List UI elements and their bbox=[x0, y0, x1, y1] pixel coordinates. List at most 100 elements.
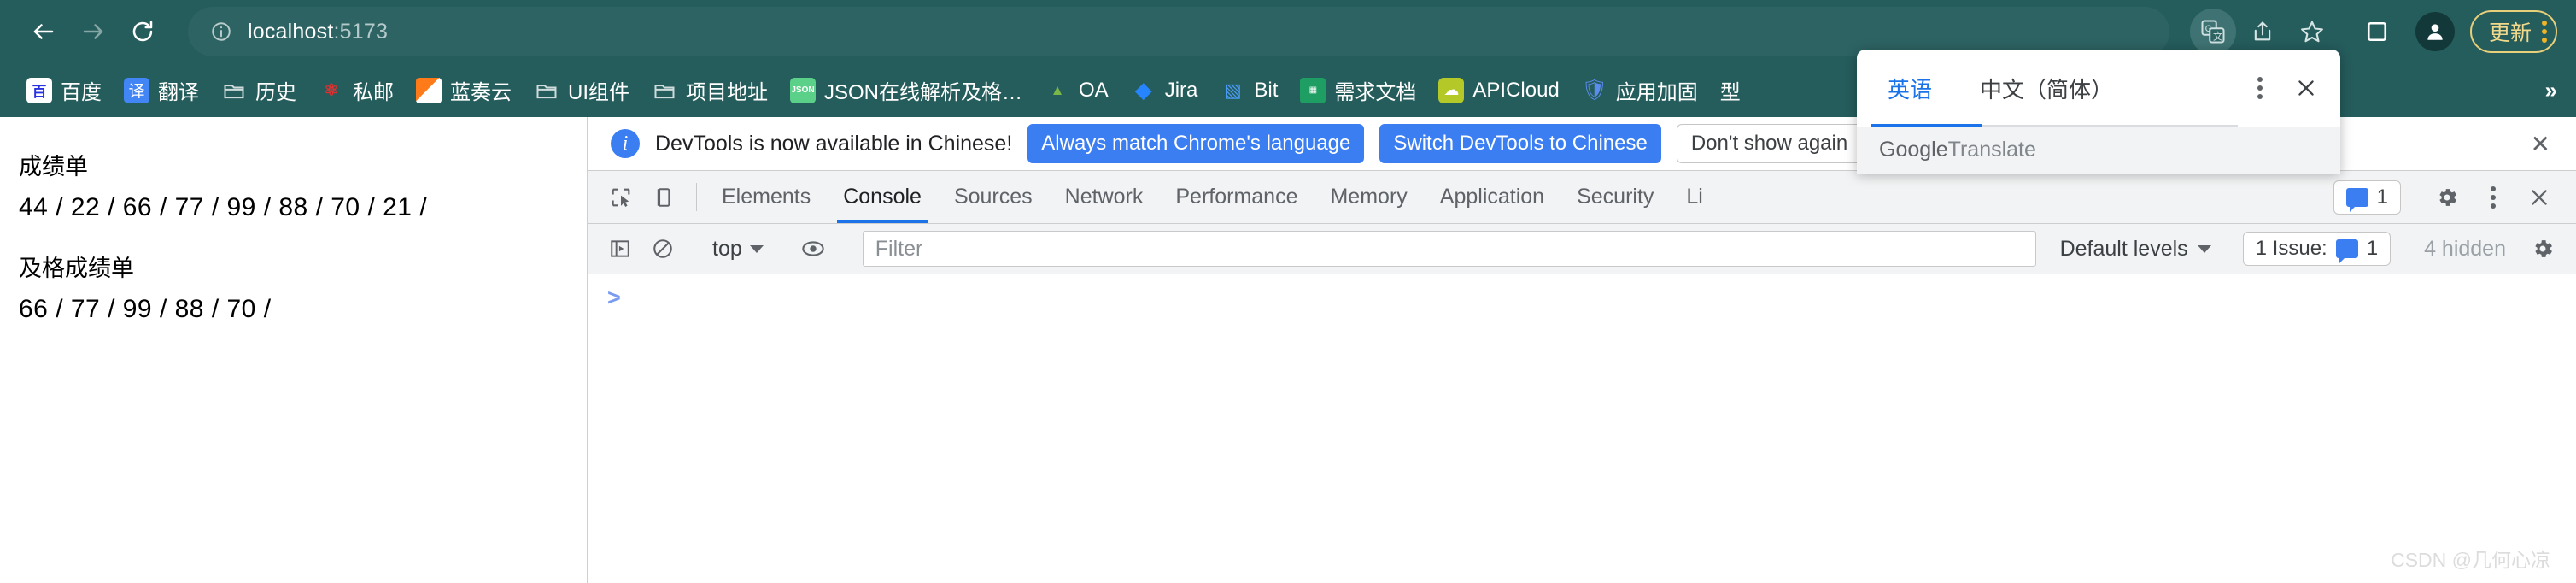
bookmarks-overflow-button[interactable]: » bbox=[2545, 77, 2557, 103]
translate-tab-source[interactable]: 英语 bbox=[1864, 50, 1956, 127]
bookmark-item[interactable]: UI组件 bbox=[523, 70, 641, 110]
live-expression-button[interactable] bbox=[792, 227, 834, 270]
devtools-tab-sources[interactable]: Sources bbox=[938, 171, 1049, 223]
browser-viewport: 成绩单 44 / 22 / 66 / 77 / 99 / 88 / 70 / 2… bbox=[0, 117, 2576, 583]
translate-options-button[interactable] bbox=[2239, 68, 2280, 109]
reload-button[interactable] bbox=[118, 7, 167, 56]
shield-icon: 🛡 bbox=[1581, 79, 1608, 102]
devtools-settings-button[interactable] bbox=[2426, 176, 2468, 219]
lanzou-icon bbox=[416, 77, 442, 103]
bookmark-item[interactable]: ▧ Bit bbox=[1209, 73, 1289, 109]
translate-tab-target[interactable]: 中文（简体） bbox=[1956, 50, 2137, 127]
issue-message-icon bbox=[2335, 239, 2358, 263]
update-button[interactable]: 更新 bbox=[2469, 10, 2557, 53]
google-translate-icon[interactable]: G 文 bbox=[2189, 9, 2236, 55]
devtools-tab-li[interactable]: Li bbox=[1670, 171, 1718, 223]
close-icon bbox=[2298, 80, 2314, 96]
bookmark-label: 翻译 bbox=[158, 81, 199, 104]
bookmark-item[interactable]: 百百度 bbox=[15, 70, 113, 110]
console-sidebar-toggle[interactable] bbox=[599, 227, 641, 270]
side-panel-button[interactable] bbox=[2354, 9, 2400, 55]
bookmark-item[interactable]: ▦ 需求文档 bbox=[1289, 70, 1427, 110]
bookmark-item[interactable]: 译翻译 bbox=[113, 70, 210, 110]
section-heading-1: 及格成绩单 bbox=[19, 256, 134, 281]
devtools-more-button[interactable] bbox=[2472, 176, 2515, 219]
bookmark-label: 历史 bbox=[255, 81, 296, 104]
dont-show-again-button[interactable]: Don't show again bbox=[1676, 124, 1863, 163]
devtools-header-actions: 1 bbox=[2333, 171, 2576, 223]
always-match-language-button[interactable]: Always match Chrome's language bbox=[1027, 124, 1365, 163]
device-toolbar-button[interactable] bbox=[643, 171, 688, 223]
devtools-tab-network[interactable]: Network bbox=[1049, 171, 1160, 223]
clear-console-button[interactable] bbox=[641, 227, 684, 270]
execution-context-selector[interactable]: top bbox=[702, 237, 774, 262]
json-icon: JSON bbox=[790, 77, 816, 103]
console-filter-input[interactable] bbox=[862, 231, 2036, 267]
console-settings-button[interactable] bbox=[2521, 227, 2564, 270]
translate-close-button[interactable] bbox=[2286, 68, 2327, 109]
console-issues-button[interactable]: 1 Issue: 1 bbox=[2242, 232, 2392, 266]
bookmark-item[interactable]: ☁ APICloud bbox=[1427, 73, 1570, 109]
profile-avatar[interactable] bbox=[2415, 12, 2455, 51]
devtools-tab-console[interactable]: Console bbox=[827, 171, 938, 223]
bookmark-item[interactable]: 蓝奏云 bbox=[405, 70, 523, 110]
devtools-tab-performance[interactable]: Performance bbox=[1159, 171, 1314, 223]
address-bar-url: localhost:5173 bbox=[248, 20, 388, 44]
bookmark-item[interactable]: JSON JSON在线解析及格… bbox=[779, 70, 1033, 110]
svg-text:文: 文 bbox=[2213, 30, 2222, 42]
section-heading-0: 成绩单 bbox=[19, 154, 88, 180]
bookmark-item[interactable]: 型 bbox=[1709, 70, 1752, 110]
inspect-element-button[interactable] bbox=[599, 171, 643, 223]
bookmark-label: APICloud bbox=[1472, 78, 1560, 102]
bookmark-label: 蓝奏云 bbox=[450, 81, 512, 104]
devtools-tab-application[interactable]: Application bbox=[1424, 171, 1560, 223]
url-port: :5173 bbox=[333, 19, 389, 44]
bookmark-label: 型 bbox=[1719, 81, 1741, 104]
devtools-close-button[interactable] bbox=[2518, 176, 2561, 219]
back-button[interactable] bbox=[19, 7, 68, 56]
forward-button[interactable] bbox=[68, 7, 118, 56]
reload-icon bbox=[132, 21, 153, 42]
back-arrow-icon bbox=[33, 24, 54, 39]
bit-icon: ▧ bbox=[1223, 79, 1242, 101]
bookmark-item[interactable]: ▲ OA bbox=[1033, 73, 1120, 109]
bookmark-item[interactable]: 历史 bbox=[210, 70, 307, 110]
profile-avatar-icon bbox=[2427, 24, 2443, 40]
devtools-tab-bar: Elements Console Sources Network Performance… bbox=[588, 171, 2576, 224]
console-issues-count: 1 bbox=[2366, 237, 2379, 260]
bookmark-item[interactable]: 项目地址 bbox=[641, 70, 779, 110]
side-panel-icon bbox=[2367, 21, 2387, 42]
bookmark-button[interactable] bbox=[2289, 9, 2335, 55]
three-dot-menu-icon[interactable] bbox=[2542, 21, 2547, 43]
console-prompt-row[interactable]: > bbox=[588, 286, 2576, 309]
share-button[interactable] bbox=[2239, 9, 2286, 55]
hidden-messages-count: 4 hidden bbox=[2424, 236, 2506, 261]
translate-brand: Google bbox=[1879, 138, 1948, 162]
issues-badge[interactable]: 1 bbox=[2333, 180, 2401, 215]
update-button-label: 更新 bbox=[2488, 21, 2532, 45]
jira-icon: ◆ bbox=[1134, 77, 1152, 103]
devtools-tab-security[interactable]: Security bbox=[1560, 171, 1670, 223]
bookmark-label: JSON在线解析及格… bbox=[824, 81, 1023, 104]
devtools-tab-memory[interactable]: Memory bbox=[1314, 171, 1423, 223]
bookmark-item[interactable]: 🛡 应用加固 bbox=[1571, 70, 1709, 110]
watermark: CSDN @几何心凉 bbox=[2391, 549, 2550, 571]
bookmark-item[interactable]: ⚛ 私邮 bbox=[307, 70, 405, 110]
browser-window: localhost:5173 G 文 更新 百 百度 译 翻译 历史 ⚛ 私邮 … bbox=[0, 0, 2576, 583]
apicloud-icon: ☁ bbox=[1438, 77, 1465, 103]
inspect-cursor-icon bbox=[612, 188, 630, 207]
info-icon: i bbox=[611, 129, 640, 158]
bookmark-item[interactable]: ◆ Jira bbox=[1120, 73, 1209, 109]
issue-message-icon bbox=[2345, 187, 2368, 212]
log-levels-selector[interactable]: Default levels bbox=[2046, 237, 2225, 262]
oa-icon: ▲ bbox=[1050, 81, 1065, 98]
devtools-tab-elements[interactable]: Elements bbox=[705, 171, 827, 223]
switch-devtools-to-chinese-button[interactable]: Switch DevTools to Chinese bbox=[1379, 124, 1661, 163]
chevron-down-icon bbox=[2197, 244, 2211, 253]
devtools-panel: i DevTools is now available in Chinese! … bbox=[588, 117, 2576, 583]
console-output-area[interactable]: > CSDN @几何心凉 bbox=[588, 274, 2576, 583]
bookmark-label: 百度 bbox=[61, 81, 102, 104]
info-circle-icon[interactable] bbox=[210, 21, 232, 43]
banner-close-icon[interactable]: ✕ bbox=[2524, 130, 2557, 158]
three-dot-menu-icon bbox=[2491, 186, 2496, 209]
